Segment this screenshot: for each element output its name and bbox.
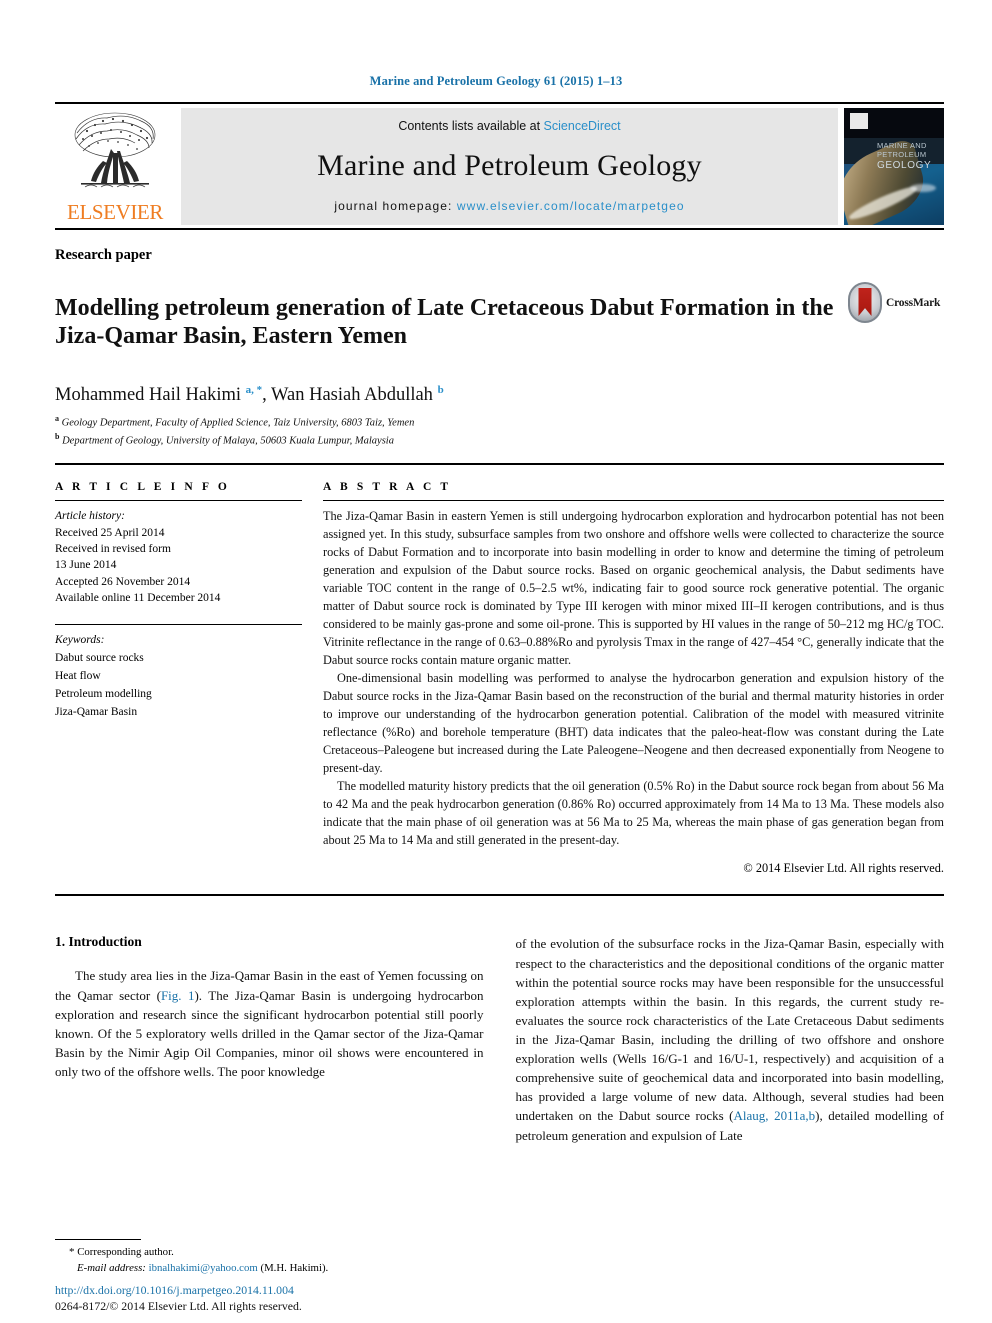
section-title-introduction: 1. Introduction xyxy=(55,934,142,950)
running-head: Marine and Petroleum Geology 61 (2015) 1… xyxy=(369,74,623,88)
affiliation-a: a Geology Department, Faculty of Applied… xyxy=(55,413,415,429)
body-column-left: 1. Introduction The study area lies in t… xyxy=(55,934,484,1144)
abstract-body: The Jiza-Qamar Basin in eastern Yemen is… xyxy=(323,508,944,849)
elsevier-wordmark: ELSEVIER xyxy=(67,200,163,224)
body-columns: 1. Introduction The study area lies in t… xyxy=(55,934,944,1144)
paper-type-label: Research paper xyxy=(55,247,152,263)
cover-journal-title: MARINE AND PETROLEUM GEOLOGY xyxy=(877,141,939,172)
abstract-paragraph: The Jiza-Qamar Basin in eastern Yemen is… xyxy=(323,509,944,667)
journal-homepage-line: journal homepage: www.elsevier.com/locat… xyxy=(334,199,684,213)
corresponding-author-star: * xyxy=(69,1246,75,1259)
abstract-column: A B S T R A C T The Jiza-Qamar Basin in … xyxy=(323,481,944,876)
corresponding-author-note: * Corresponding author. E-mail address: … xyxy=(55,1245,485,1277)
history-item: Received in revised form xyxy=(55,543,171,556)
cover-title-line-1: MARINE AND xyxy=(877,140,927,150)
email-owner: (M.H. Hakimi). xyxy=(260,1262,329,1275)
info-abstract-section: A R T I C L E I N F O Article history: R… xyxy=(55,481,944,876)
article-history-label: Article history: xyxy=(55,510,125,523)
affiliation-b-text: Department of Geology, University of Mal… xyxy=(62,435,394,447)
keywords-divider xyxy=(55,624,302,626)
footnote-block: * Corresponding author. E-mail address: … xyxy=(55,1239,485,1277)
keywords-block: Keywords: Dabut source rocks Heat flow P… xyxy=(55,632,305,721)
body-column-right: of the evolution of the subsurface rocks… xyxy=(516,934,945,1144)
issn-copyright-line: 0264-8172/© 2014 Elsevier Ltd. All right… xyxy=(55,1299,302,1314)
article-info-heading: A R T I C L E I N F O xyxy=(55,481,230,494)
keyword-item: Jiza-Qamar Basin xyxy=(55,705,138,718)
email-link[interactable]: ibnalhakimi@yahoo.com xyxy=(149,1262,258,1274)
elsevier-logo: ELSEVIER xyxy=(55,108,175,225)
intro-right-pre: of the evolution of the subsurface rocks… xyxy=(515,936,945,1124)
introduction-right-text: of the evolution of the subsurface rocks… xyxy=(516,934,945,1144)
footnote-rule xyxy=(55,1239,141,1241)
affiliations: a Geology Department, Faculty of Applied… xyxy=(55,413,944,448)
elsevier-tree-icon xyxy=(74,112,156,188)
keywords-label: Keywords: xyxy=(55,634,105,647)
introduction-left-text: The study area lies in the Jiza-Qamar Ba… xyxy=(55,966,484,1081)
contents-lists-line: Contents lists available at ScienceDirec… xyxy=(398,119,620,133)
title-row: Modelling petroleum generation of Late C… xyxy=(55,278,944,367)
divider-bottom xyxy=(55,894,944,897)
corresponding-author-label: Corresponding author. xyxy=(77,1246,174,1259)
crossmark-label: CrossMark xyxy=(886,296,941,309)
abstract-paragraph: The modelled maturity history predicts t… xyxy=(323,778,944,847)
divider-top xyxy=(55,463,944,466)
article-info-column: A R T I C L E I N F O Article history: R… xyxy=(55,481,323,876)
cover-title-line-2: PETROLEUM xyxy=(877,150,927,160)
abstract-copyright: © 2014 Elsevier Ltd. All rights reserved… xyxy=(743,861,944,876)
doi-link[interactable]: http://dx.doi.org/10.1016/j.marpetgeo.20… xyxy=(55,1282,515,1299)
affiliation-a-text: Geology Department, Faculty of Applied S… xyxy=(61,417,415,429)
keyword-item: Heat flow xyxy=(55,669,101,682)
figure-1-link[interactable]: Fig. 1 xyxy=(161,988,195,1003)
history-item: 13 June 2014 xyxy=(55,559,117,572)
corresponding-author-line: * Corresponding author. xyxy=(55,1245,485,1261)
alaug-citation-link[interactable]: Alaug, 2011a,b xyxy=(734,1108,816,1123)
cover-title-line-3: GEOLOGY xyxy=(877,159,932,171)
page-title: Modelling petroleum generation of Late C… xyxy=(55,295,834,350)
article-history-block: Article history: Received 25 April 2014 … xyxy=(55,508,305,606)
journal-title: Marine and Petroleum Geology xyxy=(317,149,702,182)
journal-band: Contents lists available at ScienceDirec… xyxy=(181,108,838,225)
affiliation-b: b Department of Geology, University of M… xyxy=(55,431,394,447)
homepage-prefix: journal homepage: xyxy=(334,199,457,213)
cover-elsevier-mark-icon xyxy=(850,113,868,129)
email-label: E-mail address: xyxy=(77,1262,146,1275)
author-list: Mohammed Hail Hakimi a, *, Wan Hasiah Ab… xyxy=(55,383,444,405)
abstract-heading: A B S T R A C T xyxy=(323,481,452,494)
journal-masthead: ELSEVIER Contents lists available at Sci… xyxy=(55,102,944,230)
history-item: Available online 11 December 2014 xyxy=(55,592,221,605)
abstract-divider xyxy=(323,500,944,502)
journal-cover-thumbnail[interactable]: MARINE AND PETROLEUM GEOLOGY xyxy=(844,108,944,225)
crossmark-icon xyxy=(848,282,882,323)
journal-homepage-link[interactable]: www.elsevier.com/locate/marpetgeo xyxy=(457,199,685,213)
article-page: Marine and Petroleum Geology 61 (2015) 1… xyxy=(0,0,992,1323)
history-item: Accepted 26 November 2014 xyxy=(55,575,191,588)
article-info-divider xyxy=(55,500,302,502)
contents-prefix: Contents lists available at xyxy=(398,119,544,133)
history-item: Received 25 April 2014 xyxy=(55,526,165,539)
abstract-paragraph: One-dimensional basin modelling was perf… xyxy=(323,670,944,775)
keyword-item: Dabut source rocks xyxy=(55,652,144,665)
sciencedirect-link[interactable]: ScienceDirect xyxy=(544,119,621,133)
doi-block: http://dx.doi.org/10.1016/j.marpetgeo.20… xyxy=(55,1282,515,1315)
email-line: E-mail address: ibnalhakimi@yahoo.com (M… xyxy=(55,1261,485,1277)
crossmark-badge[interactable]: CrossMark xyxy=(848,282,944,323)
keyword-item: Petroleum modelling xyxy=(55,687,152,700)
intro-paragraph-left: The study area lies in the Jiza-Qamar Ba… xyxy=(55,966,484,1081)
intro-paragraph-right: of the evolution of the subsurface rocks… xyxy=(516,934,945,1144)
